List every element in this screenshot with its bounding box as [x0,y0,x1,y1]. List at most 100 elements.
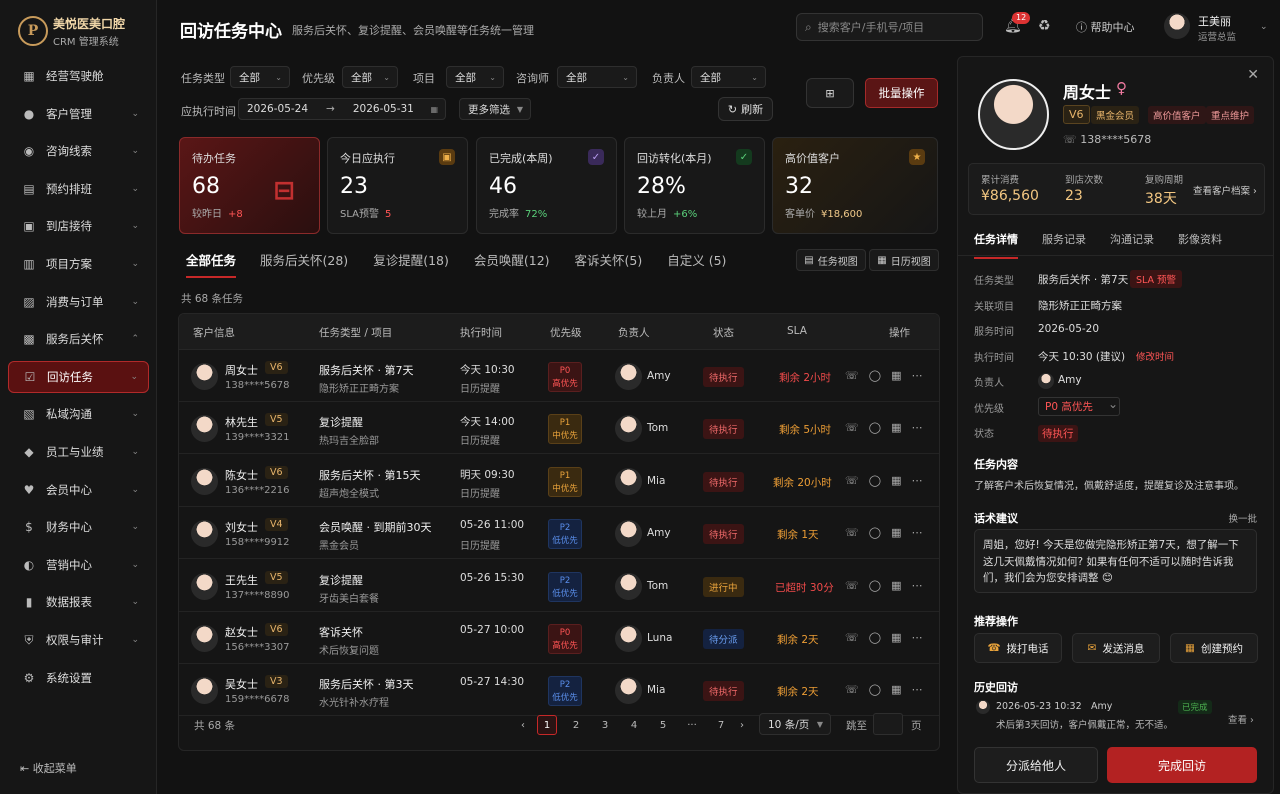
sidebar-item-9[interactable]: ▧ 私域沟通 ⌄ [8,398,149,430]
page-button-2[interactable]: 2 [566,715,586,735]
calendar-icon[interactable]: ▦ [891,631,901,644]
filter-select-2[interactable]: 全部 ⌄ [446,66,504,88]
stat-card-1[interactable]: 今日应执行 23 SLA预警 5 ▣ [327,137,468,234]
sidebar-item-10[interactable]: ◆ 员工与业绩 ⌄ [8,436,149,468]
table-row[interactable]: 王先生 V5 137****8890 复诊提醒 牙齿美白套餐 05-26 15:30 P2 低… [179,560,939,612]
refresh-script-button[interactable]: 换一批 [1228,511,1257,525]
sidebar-item-11[interactable]: ♥ 会员中心 ⌄ [8,474,149,506]
prev-page-button[interactable]: ‹ [513,715,533,735]
tab-1[interactable]: 服务后关怀(28) [252,250,356,274]
phone-icon[interactable]: ☏ [845,369,859,382]
refresh-button[interactable]: ↻ 刷新 [718,97,773,121]
phone-icon[interactable]: ☏ [845,579,859,592]
tab-3[interactable]: 会员唤醒(12) [466,250,558,274]
more-icon[interactable]: ⋯ [911,683,922,696]
sidebar-item-7[interactable]: ▩ 服务后关怀 ⌃ [8,323,149,355]
message-icon[interactable]: ◯ [869,631,881,644]
view-archive-link[interactable]: 查看客户档案 › [1193,183,1257,197]
calendar-icon[interactable]: ▦ [891,526,901,539]
search-input[interactable] [817,20,968,34]
chevron-down-icon[interactable]: ⌄ [1260,22,1268,32]
calendar-icon[interactable]: ▦ [891,683,901,696]
calendar-icon[interactable]: ▦ [891,421,901,434]
sidebar-item-2[interactable]: ◉ 咨询线索 ⌄ [8,135,149,167]
phone-icon[interactable]: ☏ [845,683,859,696]
sidebar-item-14[interactable]: ▮ 数据报表 ⌄ [8,586,149,618]
sidebar-item-4[interactable]: ▣ 到店接待 ⌄ [8,210,149,242]
grid-view-button[interactable]: ⊞ [806,78,854,108]
detail-tab-0[interactable]: 任务详情 [974,231,1018,259]
filter-select-4[interactable]: 全部 ⌄ [691,66,766,88]
message-icon[interactable]: ◯ [869,683,881,696]
date-range-picker[interactable]: 2026-05-24 → 2026-05-31 ▦ [238,98,446,120]
stat-card-3[interactable]: 回访转化(本月) 28% 较上月 +6% ✓ [624,137,765,234]
calendar-icon[interactable]: ▦ [891,579,901,592]
edit-time-link[interactable]: 修改时间 [1136,349,1174,363]
sidebar-item-15[interactable]: ⛨ 权限与审计 ⌄ [8,624,149,656]
more-icon[interactable]: ⋯ [911,474,922,487]
sidebar-item-1[interactable]: ● 客户管理 ⌄ [8,98,149,130]
user-avatar[interactable] [1164,13,1190,39]
more-icon[interactable]: ⋯ [911,421,922,434]
jump-page-input[interactable] [873,713,903,735]
page-button-5[interactable]: 5 [653,715,673,735]
detail-tab-1[interactable]: 服务记录 [1042,231,1086,247]
tab-2[interactable]: 复诊提醒(18) [365,250,457,274]
detail-tab-3[interactable]: 影像资料 [1178,231,1222,247]
send-message-button[interactable]: ✉ 发送消息 [1072,633,1160,663]
table-row[interactable]: 周女士 V6 138****5678 服务后关怀 · 第7天 隐形矫正正畸方案 今天 10… [179,350,939,402]
tab-5[interactable]: 自定义 (5) [659,250,734,274]
calendar-icon[interactable]: ▦ [891,474,901,487]
message-icon[interactable]: ◯ [869,579,881,592]
history-more-link[interactable]: 查看 › [1228,712,1254,726]
filter-select-0[interactable]: 全部 ⌄ [230,66,290,88]
page-button-7[interactable]: 7 [711,715,731,735]
sidebar-item-0[interactable]: ▦ 经营驾驶舱 [8,60,149,92]
phone-icon[interactable]: ☏ [845,526,859,539]
more-icon[interactable]: ⋯ [911,631,922,644]
page-size-select[interactable]: 10 条/页 ▼ [759,713,831,735]
phone-icon[interactable]: ☏ [845,474,859,487]
complete-followup-button[interactable]: 完成回访 [1107,747,1257,783]
stat-card-4[interactable]: 高价值客户 32 客单价 ¥18,600 ★ [772,137,938,234]
sidebar-item-8[interactable]: ☑ 回访任务 ⌄ [8,360,149,393]
message-icon[interactable]: ◯ [869,526,881,539]
help-center-link[interactable]: ⓘ 帮助中心 [1076,19,1135,35]
phone-icon[interactable]: ☏ [845,631,859,644]
table-row[interactable]: 刘女士 V4 158****9912 会员唤醒 · 到期前30天 黑金会员 05-26 1… [179,507,939,560]
message-icon[interactable]: ◯ [869,369,881,382]
bulk-action-button[interactable]: 批量操作 [865,78,938,108]
more-icon[interactable]: ⋯ [911,369,922,382]
create-appointment-button[interactable]: ▦ 创建预约 [1170,633,1258,663]
calendar-icon[interactable]: ▦ [891,369,901,382]
sidebar-item-13[interactable]: ◐ 营销中心 ⌄ [8,549,149,581]
page-button-4[interactable]: 4 [624,715,644,735]
sidebar-item-6[interactable]: ▨ 消费与订单 ⌄ [8,286,149,318]
close-icon[interactable]: ✕ [1247,67,1259,83]
tab-4[interactable]: 客诉关怀(5) [567,250,651,274]
table-row[interactable]: 陈女士 V6 136****2216 服务后关怀 · 第15天 超声炮全模式 明天 09:… [179,455,939,507]
task-view-button[interactable]: ▤ 任务视图 [796,249,866,271]
page-button-1[interactable]: 1 [537,715,557,735]
filter-select-1[interactable]: 全部 ⌄ [342,66,398,88]
page-button-3[interactable]: 3 [595,715,615,735]
more-filters-select[interactable]: 更多筛选 ▼ [459,98,531,120]
reassign-button[interactable]: 分派给他人 [974,747,1098,783]
phone-icon[interactable]: ☏ [845,421,859,434]
sidebar-item-12[interactable]: $ 财务中心 ⌄ [8,511,149,543]
filter-select-3[interactable]: 全部 ⌄ [557,66,637,88]
call-button[interactable]: ☎ 拨打电话 [974,633,1062,663]
tab-0[interactable]: 全部任务 [178,250,244,278]
collapse-menu-button[interactable]: ⇤ 收起菜单 [20,760,77,776]
sidebar-item-3[interactable]: ▤ 预约排班 ⌄ [8,173,149,205]
calendar-view-button[interactable]: ▦ 日历视图 [869,249,939,271]
more-icon[interactable]: ⋯ [911,526,922,539]
stat-card-0[interactable]: 待办任务 68 较昨日 +8 ⊟ [179,137,320,234]
stat-card-2[interactable]: 已完成(本周) 46 完成率 72% ✓ [476,137,617,234]
detail-tab-2[interactable]: 沟通记录 [1110,231,1154,247]
next-page-button[interactable]: › [732,715,752,735]
message-icon[interactable]: ◯ [869,421,881,434]
message-icon[interactable]: ◯ [869,474,881,487]
sidebar-item-5[interactable]: ▥ 项目方案 ⌄ [8,248,149,280]
sidebar-item-16[interactable]: ⚙ 系统设置 [8,662,149,694]
